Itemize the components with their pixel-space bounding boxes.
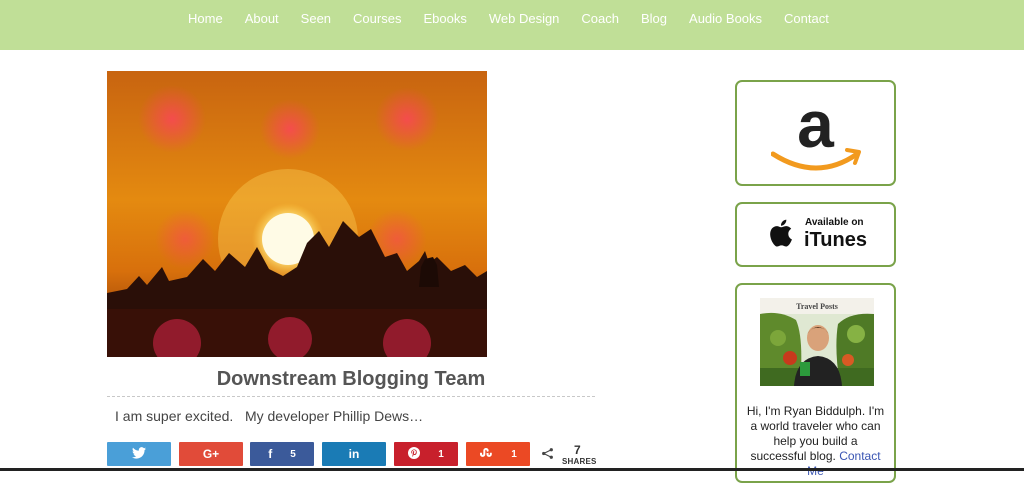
share-facebook-button[interactable]: f 5 xyxy=(250,442,314,466)
nav-item-seen[interactable]: Seen xyxy=(301,11,331,27)
amazon-badge[interactable]: a xyxy=(735,80,896,186)
author-bio-widget: Travel Posts Hi, I'm Ryan Biddulph. I'm … xyxy=(735,283,896,483)
featured-image-sunset[interactable] xyxy=(107,71,487,357)
facebook-share-count: 5 xyxy=(290,448,296,460)
author-photo[interactable]: Travel Posts xyxy=(760,298,874,386)
share-icon xyxy=(541,447,554,463)
itunes-label: iTunes xyxy=(804,229,867,251)
stumbleupon-icon xyxy=(479,447,493,461)
nav-menu: Home About Seen Courses Ebooks Web Desig… xyxy=(188,11,851,27)
itunes-badge[interactable]: Available on iTunes xyxy=(735,202,896,267)
nav-item-blog[interactable]: Blog xyxy=(641,11,667,27)
total-share-count: 7 xyxy=(574,443,581,457)
nav-item-ebooks[interactable]: Ebooks xyxy=(423,11,466,27)
facebook-icon: f xyxy=(268,447,273,461)
google-plus-icon: G+ xyxy=(202,447,220,461)
stumbleupon-share-count: 1 xyxy=(511,448,517,460)
nav-item-contact[interactable]: Contact xyxy=(784,11,829,27)
shares-label: SHARES xyxy=(562,457,597,466)
share-linkedin-button[interactable]: in xyxy=(322,442,386,466)
pinterest-share-count: 1 xyxy=(438,448,444,460)
linkedin-icon: in xyxy=(348,447,360,461)
share-twitter-button[interactable] xyxy=(107,442,171,466)
nav-item-web-design[interactable]: Web Design xyxy=(489,11,560,27)
photo-caption: Travel Posts xyxy=(796,302,838,311)
post-title[interactable]: Downstream Blogging Team xyxy=(107,366,595,392)
amazon-smile-icon xyxy=(771,148,861,171)
nav-item-courses[interactable]: Courses xyxy=(353,11,401,27)
nav-item-coach[interactable]: Coach xyxy=(581,11,619,27)
nav-item-home[interactable]: Home xyxy=(188,11,223,27)
pinterest-icon xyxy=(408,446,421,462)
post-excerpt: I am super excited. My developer Phillip… xyxy=(115,408,424,424)
share-stumbleupon-button[interactable]: 1 xyxy=(466,442,530,466)
itunes-available-label: Available on xyxy=(805,217,864,228)
twitter-icon xyxy=(132,446,146,462)
top-navigation: Home About Seen Courses Ebooks Web Desig… xyxy=(0,0,1024,50)
apple-icon xyxy=(770,219,792,247)
share-googleplus-button[interactable]: G+ xyxy=(179,442,243,466)
title-divider xyxy=(107,396,595,397)
nav-item-audio-books[interactable]: Audio Books xyxy=(689,11,762,27)
share-pinterest-button[interactable]: 1 xyxy=(394,442,458,466)
nav-item-about[interactable]: About xyxy=(245,11,279,27)
